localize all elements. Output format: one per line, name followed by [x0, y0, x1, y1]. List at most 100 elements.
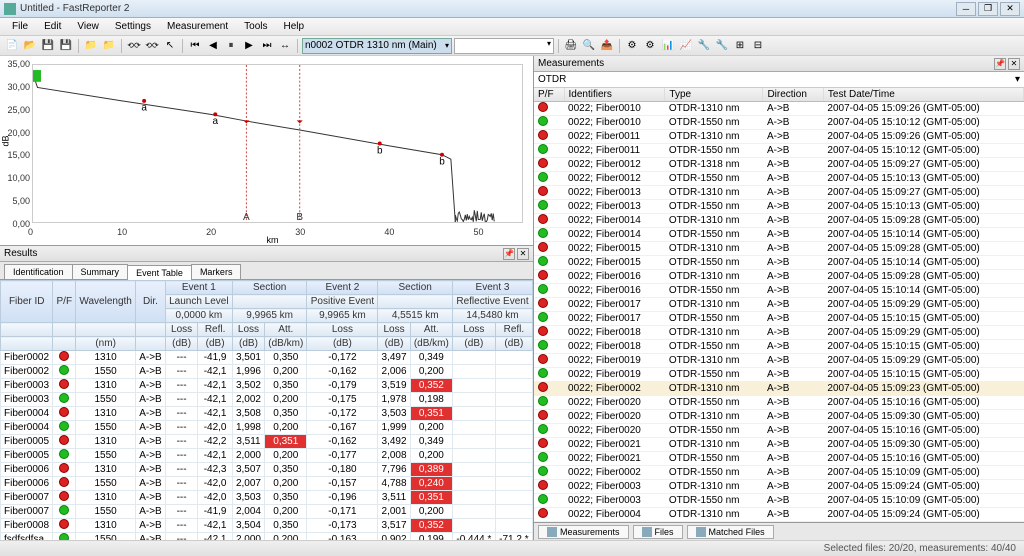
meas-row[interactable]: 0022; Fiber0014OTDR-1310 nmA->B2007-04-0…	[534, 214, 1024, 228]
meas-row[interactable]: 0022; Fiber0015OTDR-1550 nmA->B2007-04-0…	[534, 256, 1024, 270]
table-row[interactable]: Fiber00061310A->B----42,33,5070,350-0,18…	[1, 463, 533, 477]
dropdown-icon[interactable]: ▾	[1015, 74, 1020, 85]
menu-file[interactable]: File	[4, 19, 36, 34]
table-row[interactable]: Fiber00071310A->B----42,03,5030,350-0,19…	[1, 491, 533, 505]
table-row[interactable]: fsdfsdfsa1550A->B----42,12,0000,200-0,16…	[1, 533, 533, 541]
meas-row[interactable]: 0022; Fiber0017OTDR-1550 nmA->B2007-04-0…	[534, 312, 1024, 326]
tool2-icon[interactable]: ⚙	[642, 38, 658, 54]
meas-row[interactable]: 0022; Fiber0020OTDR-1550 nmA->B2007-04-0…	[534, 396, 1024, 410]
minimize-button[interactable]: ─	[956, 2, 976, 16]
table-row[interactable]: Fiber00061550A->B----42,02,0070,200-0,15…	[1, 477, 533, 491]
tool4-icon[interactable]: 📈	[678, 38, 694, 54]
meas-row[interactable]: 0022; Fiber0010OTDR-1310 nmA->B2007-04-0…	[534, 102, 1024, 116]
event-table-wrap[interactable]: Fiber IDP/FWavelengthDir.Event 1SectionE…	[0, 280, 533, 540]
export-icon[interactable]: 📤	[599, 38, 615, 54]
menu-settings[interactable]: Settings	[107, 19, 159, 34]
meas-row[interactable]: 0022; Fiber0002OTDR-1310 nmA->B2007-04-0…	[534, 382, 1024, 396]
menu-view[interactable]: View	[69, 19, 107, 34]
bottom-tab-measurements[interactable]: Measurements	[538, 525, 629, 539]
table-row[interactable]: Fiber00051310A->B----42,23,5110,351-0,16…	[1, 435, 533, 449]
otdr-chart[interactable]: 0,005,0010,0015,0020,0025,0030,0035,00 0…	[0, 56, 533, 246]
filter-select[interactable]	[454, 38, 554, 54]
bottom-tab-matched-files[interactable]: Matched Files	[687, 525, 774, 539]
meas-col-type[interactable]: Type	[665, 88, 763, 102]
marker-next-icon[interactable]: ▶	[241, 38, 257, 54]
measurements-table-wrap[interactable]: P/FIdentifiersTypeDirectionTest Date/Tim…	[534, 88, 1024, 522]
meas-row[interactable]: 0022; Fiber0018OTDR-1550 nmA->B2007-04-0…	[534, 340, 1024, 354]
tool5-icon[interactable]: 🔧	[696, 38, 712, 54]
meas-row[interactable]: 0022; Fiber0012OTDR-1318 nmA->B2007-04-0…	[534, 158, 1024, 172]
tool8-icon[interactable]: ⊟	[750, 38, 766, 54]
meas-pin-icon[interactable]: 📌	[994, 58, 1006, 70]
marker-last-icon[interactable]: ⏭	[259, 38, 275, 54]
table-row[interactable]: Fiber00021550A->B----42,11,9960,200-0,16…	[1, 365, 533, 379]
meas-row[interactable]: 0022; Fiber0021OTDR-1310 nmA->B2007-04-0…	[534, 438, 1024, 452]
marker-prev-icon[interactable]: ◀	[205, 38, 221, 54]
tool7-icon[interactable]: ⊞	[732, 38, 748, 54]
close-panel-icon[interactable]: ✕	[517, 248, 529, 260]
table-row[interactable]: Fiber00021310A->B----41,93,5010,350-0,17…	[1, 351, 533, 365]
meas-col-identifiers[interactable]: Identifiers	[564, 88, 665, 102]
meas-row[interactable]: 0022; Fiber0011OTDR-1550 nmA->B2007-04-0…	[534, 144, 1024, 158]
zoom-mode2-icon[interactable]: ⟲⟳	[144, 38, 160, 54]
meas-row[interactable]: 0022; Fiber0019OTDR-1550 nmA->B2007-04-0…	[534, 368, 1024, 382]
print-icon[interactable]: 🖨	[563, 38, 579, 54]
close-button[interactable]: ✕	[1000, 2, 1020, 16]
folder-icon[interactable]: 📁	[83, 38, 99, 54]
meas-row[interactable]: 0022; Fiber0014OTDR-1550 nmA->B2007-04-0…	[534, 228, 1024, 242]
measurement-select[interactable]: n0002 OTDR 1310 nm (Main)	[302, 38, 452, 54]
table-row[interactable]: Fiber00071550A->B----41,92,0040,200-0,17…	[1, 505, 533, 519]
table-row[interactable]: Fiber00031550A->B----42,12,0020,200-0,17…	[1, 393, 533, 407]
tool6-icon[interactable]: 🔧	[714, 38, 730, 54]
meas-row[interactable]: 0022; Fiber0004OTDR-1310 nmA->B2007-04-0…	[534, 508, 1024, 522]
table-row[interactable]: Fiber00041310A->B----42,13,5080,350-0,17…	[1, 407, 533, 421]
meas-row[interactable]: 0022; Fiber0013OTDR-1310 nmA->B2007-04-0…	[534, 186, 1024, 200]
meas-col-testdatetime[interactable]: Test Date/Time	[823, 88, 1023, 102]
meas-row[interactable]: 0022; Fiber0020OTDR-1550 nmA->B2007-04-0…	[534, 424, 1024, 438]
preview-icon[interactable]: 🔍	[581, 38, 597, 54]
meas-row[interactable]: 0022; Fiber0020OTDR-1310 nmA->B2007-04-0…	[534, 410, 1024, 424]
bottom-tab-files[interactable]: Files	[633, 525, 683, 539]
cursor-icon[interactable]: ↖	[162, 38, 178, 54]
open-icon[interactable]: 📂	[22, 38, 38, 54]
meas-row[interactable]: 0022; Fiber0021OTDR-1550 nmA->B2007-04-0…	[534, 452, 1024, 466]
tab-identification[interactable]: Identification	[4, 264, 73, 279]
menu-help[interactable]: Help	[276, 19, 313, 34]
menu-edit[interactable]: Edit	[36, 19, 69, 34]
table-row[interactable]: Fiber00041550A->B----42,01,9980,200-0,16…	[1, 421, 533, 435]
meas-col-direction[interactable]: Direction	[763, 88, 823, 102]
meas-col-pf[interactable]: P/F	[534, 88, 564, 102]
table-row[interactable]: Fiber00051550A->B----42,12,0000,200-0,17…	[1, 449, 533, 463]
meas-row[interactable]: 0022; Fiber0017OTDR-1310 nmA->B2007-04-0…	[534, 298, 1024, 312]
meas-row[interactable]: 0022; Fiber0013OTDR-1550 nmA->B2007-04-0…	[534, 200, 1024, 214]
meas-row[interactable]: 0022; Fiber0015OTDR-1310 nmA->B2007-04-0…	[534, 242, 1024, 256]
meas-row[interactable]: 0022; Fiber0003OTDR-1310 nmA->B2007-04-0…	[534, 480, 1024, 494]
meas-close-icon[interactable]: ✕	[1008, 58, 1020, 70]
meas-row[interactable]: 0022; Fiber0016OTDR-1550 nmA->B2007-04-0…	[534, 284, 1024, 298]
tab-event-table[interactable]: Event Table	[127, 265, 192, 280]
marker-first-icon[interactable]: ⏮	[187, 38, 203, 54]
saveall-icon[interactable]: 💾	[58, 38, 74, 54]
tool3-icon[interactable]: 📊	[660, 38, 676, 54]
save-icon[interactable]: 💾	[40, 38, 56, 54]
folder2-icon[interactable]: 📁	[101, 38, 117, 54]
new-icon[interactable]: 📄	[4, 38, 20, 54]
marker-pause-icon[interactable]: ⏸	[223, 38, 239, 54]
pin-icon[interactable]: 📌	[503, 248, 515, 260]
meas-row[interactable]: 0022; Fiber0012OTDR-1550 nmA->B2007-04-0…	[534, 172, 1024, 186]
tool1-icon[interactable]: ⚙	[624, 38, 640, 54]
zoom-mode-icon[interactable]: ⟲⟳	[126, 38, 142, 54]
tab-summary[interactable]: Summary	[72, 264, 129, 279]
marker-move-icon[interactable]: ↔	[277, 38, 293, 54]
meas-row[interactable]: 0022; Fiber0011OTDR-1310 nmA->B2007-04-0…	[534, 130, 1024, 144]
meas-row[interactable]: 0022; Fiber0018OTDR-1310 nmA->B2007-04-0…	[534, 326, 1024, 340]
meas-row[interactable]: 0022; Fiber0010OTDR-1550 nmA->B2007-04-0…	[534, 116, 1024, 130]
table-row[interactable]: Fiber00081310A->B----42,13,5040,350-0,17…	[1, 519, 533, 533]
table-row[interactable]: Fiber00031310A->B----42,13,5020,350-0,17…	[1, 379, 533, 393]
meas-row[interactable]: 0022; Fiber0019OTDR-1310 nmA->B2007-04-0…	[534, 354, 1024, 368]
meas-row[interactable]: 0022; Fiber0016OTDR-1310 nmA->B2007-04-0…	[534, 270, 1024, 284]
menu-measurement[interactable]: Measurement	[159, 19, 236, 34]
meas-row[interactable]: 0022; Fiber0002OTDR-1550 nmA->B2007-04-0…	[534, 466, 1024, 480]
meas-row[interactable]: 0022; Fiber0003OTDR-1550 nmA->B2007-04-0…	[534, 494, 1024, 508]
maximize-button[interactable]: ❐	[978, 2, 998, 16]
